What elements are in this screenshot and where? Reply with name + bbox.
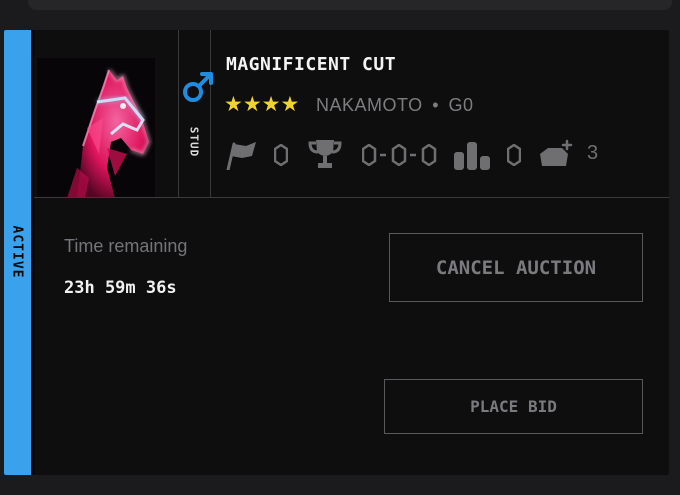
star-icon: ★ [261,92,281,116]
status-strip: ACTIVE [4,30,31,475]
status-label: ACTIVE [9,225,25,279]
breed-info: NAKAMOTO • G0 [316,95,474,116]
hexagon-zero-icon [507,144,521,166]
horse-name[interactable]: MAGNIFICENT CUT [226,54,396,75]
divider [178,30,179,198]
male-symbol-icon [183,72,213,102]
divider [34,197,669,198]
bar-chart-icon [454,142,490,170]
record-hexagons [362,144,437,166]
horse-type-label: STUD [187,126,201,158]
hexagon-zero-icon [274,144,288,166]
rating-stars: ★ ★ ★ ★ [224,93,299,115]
trophy-icon [308,140,342,168]
star-icon: ★ [242,92,262,116]
cancel-auction-button[interactable]: CANCEL AUCTION [389,233,643,302]
flag-icon [226,142,256,170]
star-icon: ★ [280,92,300,116]
divider [210,30,211,198]
generation: G0 [448,95,474,115]
separator-dot: • [432,95,440,115]
horse-portrait[interactable] [37,58,155,198]
star-icon: ★ [224,92,243,116]
strip-edge [31,30,34,475]
time-remaining-label: Time remaining [64,236,188,256]
auction-card: ACTIVE STUD MAGNIFICENT CUT ★ ★ ★ ★ NAKA… [4,30,669,475]
offspring-icon [540,139,573,166]
horse-portrait-art [37,58,155,198]
previous-card-edge [28,0,672,10]
place-bid-button[interactable]: PLACE BID [384,379,643,434]
offspring-value: 3 [587,142,599,164]
bloodline: NAKAMOTO [316,95,423,115]
time-remaining-value: 23h 59m 36s [64,278,177,298]
